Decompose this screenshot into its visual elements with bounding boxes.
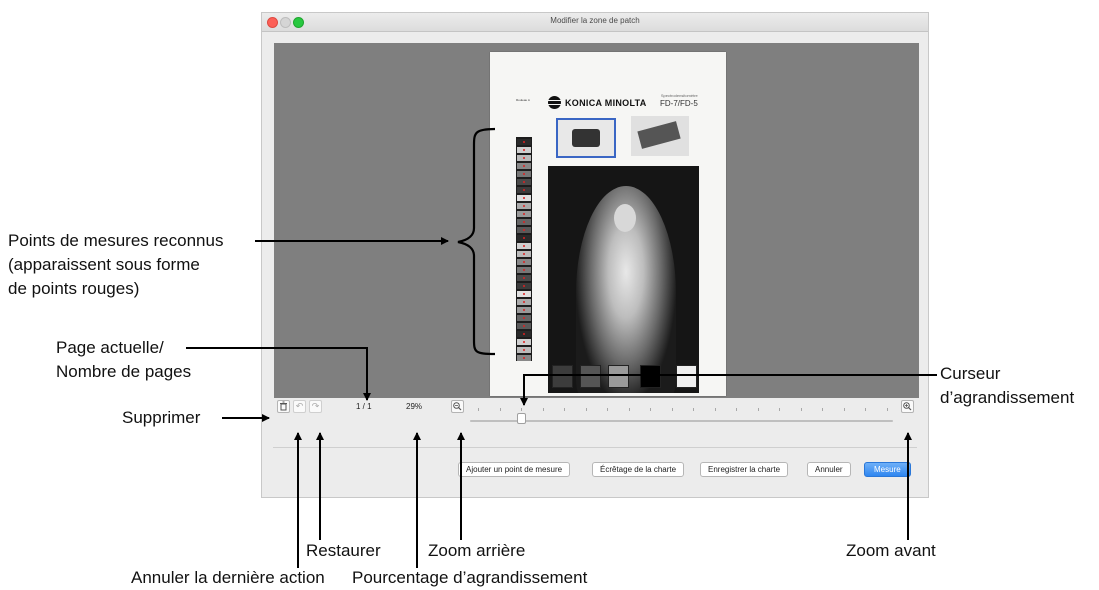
annotation-zoom-in: Zoom avant (846, 541, 936, 560)
annotation-restore: Restaurer (306, 541, 381, 560)
annotation-undo-last: Annuler la dernière action (131, 568, 325, 587)
annotation-zoom-out: Zoom arrière (428, 541, 526, 560)
annotation-delete: Supprimer (122, 408, 201, 427)
annotation-page-count: Page actuelle/ Nombre de pages (56, 338, 192, 381)
annotation-recognized-points: Points de mesures reconnus (apparaissent… (8, 231, 224, 298)
annotation-zoom-slider: Curseur d’agrandissement (940, 364, 1075, 407)
annotation-zoom-percentage: Pourcentage d’agrandissement (352, 568, 588, 587)
